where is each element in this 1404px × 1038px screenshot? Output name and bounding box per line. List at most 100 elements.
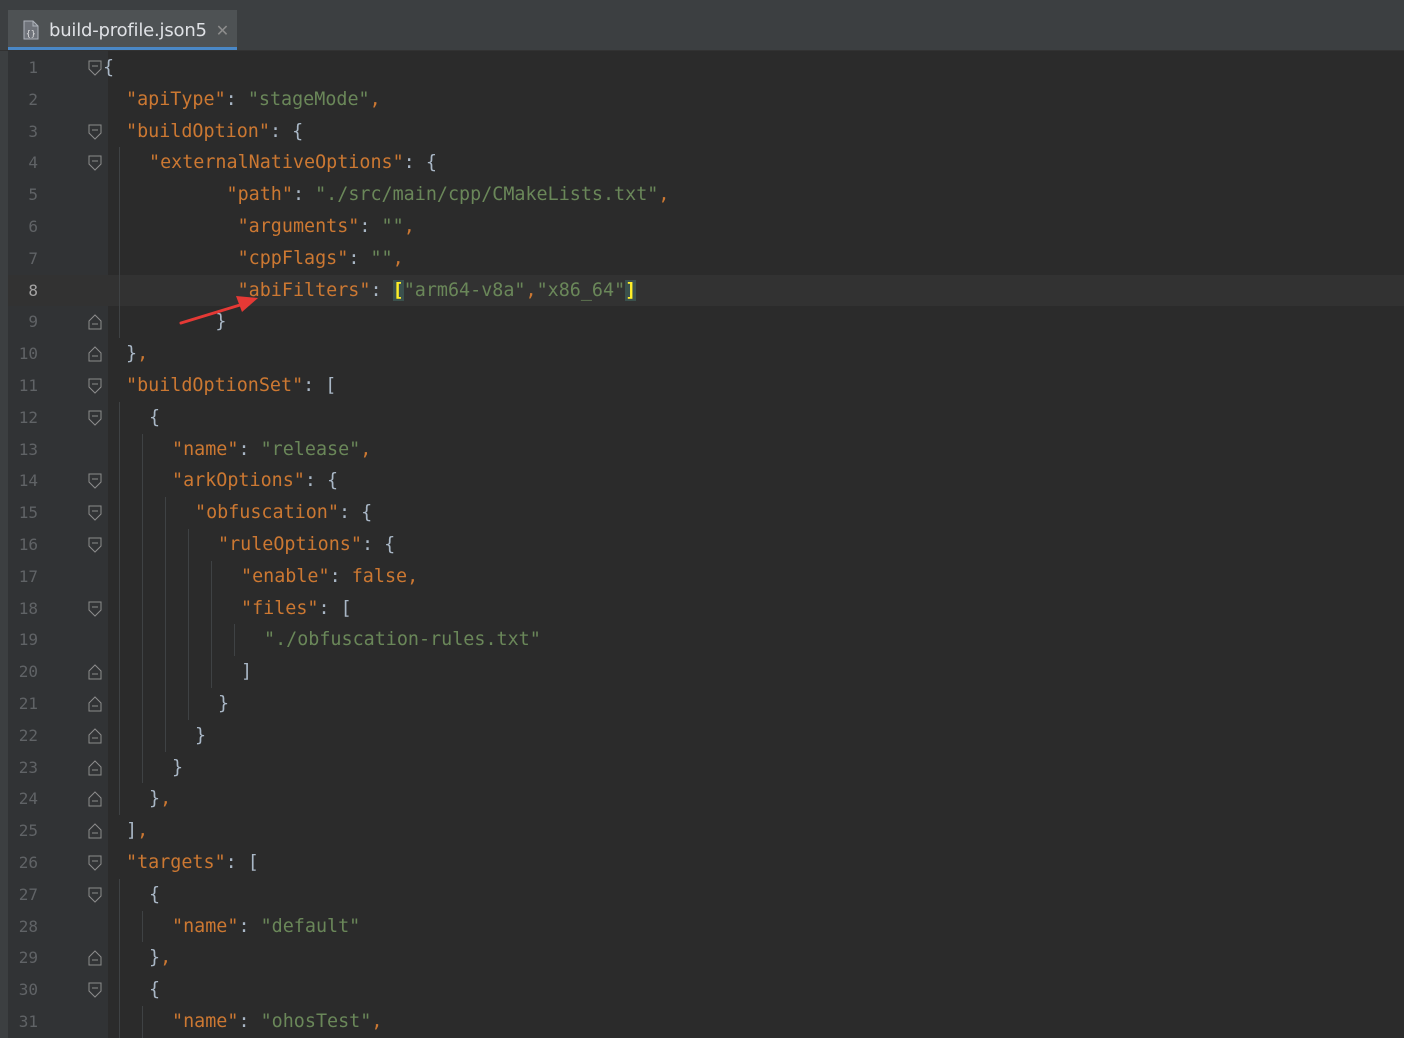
fold-open-icon[interactable]: [88, 537, 102, 553]
code-line[interactable]: 27 {: [8, 878, 1404, 911]
code-line[interactable]: 26 "targets": [: [8, 847, 1404, 879]
fold-open-icon[interactable]: [88, 601, 102, 617]
fold-open-icon[interactable]: [88, 410, 102, 426]
code-line[interactable]: 3 "buildOption": {: [8, 116, 1404, 148]
code-text: },: [126, 338, 148, 370]
fold-close-icon[interactable]: [88, 791, 102, 807]
indent-guide: [188, 592, 189, 625]
indent-guide: [211, 560, 212, 593]
line-number: 16: [18, 535, 38, 554]
fold-close-icon[interactable]: [88, 696, 102, 712]
fold-close-icon[interactable]: [88, 759, 102, 776]
indent-guide: [142, 465, 143, 498]
fold-close-icon[interactable]: [88, 346, 102, 362]
indent-guide: [142, 529, 143, 561]
code-line[interactable]: 25],: [8, 815, 1404, 847]
line-number: 15: [18, 503, 38, 523]
indent-guide: [119, 306, 120, 339]
code-token: : [: [225, 852, 259, 873]
code-text: "./obfuscation-rules.txt": [264, 624, 541, 656]
fold-close-icon[interactable]: [88, 664, 102, 680]
code-token: "buildOption": [126, 120, 270, 142]
code-token: "ohosTest": [260, 1011, 372, 1032]
code-line[interactable]: 8 "abiFilters": ["arm64-v8a","x86_64"]: [8, 274, 1404, 307]
indent-guide: [119, 719, 120, 752]
code-token: : {: [338, 502, 373, 524]
tab-build-profile[interactable]: {} build-profile.json5 ✕: [8, 10, 237, 50]
code-line[interactable]: 22}: [8, 719, 1404, 752]
fold-close-icon[interactable]: [88, 950, 102, 966]
indent-guide: [188, 624, 189, 657]
fold-open-icon[interactable]: [88, 473, 102, 490]
code-line[interactable]: 28 "name": "default": [8, 910, 1404, 943]
code-line[interactable]: 19 "./obfuscation-rules.txt": [8, 624, 1404, 657]
code-text: "buildOptionSet": [: [126, 370, 336, 402]
code-line[interactable]: 24},: [8, 783, 1404, 816]
fold-open-icon[interactable]: [88, 60, 102, 76]
line-number: 10: [18, 344, 38, 364]
indent-guide: [119, 211, 120, 243]
close-icon[interactable]: ✕: [216, 21, 229, 40]
code-line[interactable]: 14 "arkOptions": {: [8, 465, 1404, 498]
code-line[interactable]: 5 "path": "./src/main/cpp/CMakeLists.txt…: [8, 179, 1404, 211]
code-line[interactable]: 23}: [8, 751, 1404, 784]
code-line[interactable]: 17 "enable": false,: [8, 560, 1404, 593]
code-line[interactable]: 15 "obfuscation": {: [8, 497, 1404, 529]
code-line[interactable]: 12 {: [8, 401, 1404, 434]
line-number: 25: [18, 821, 38, 841]
indent-guide: [119, 560, 120, 593]
code-line[interactable]: 18 "files": [: [8, 592, 1404, 625]
fold-close-icon[interactable]: [88, 823, 102, 839]
line-number: 14: [18, 471, 38, 491]
code-line[interactable]: 6 "arguments": "",: [8, 211, 1404, 243]
code-token: }: [218, 693, 230, 714]
code-token: "ruleOptions": [218, 534, 362, 555]
code-line[interactable]: 2 "apiType": "stageMode",: [8, 84, 1404, 116]
code-text: "name": "release",: [172, 434, 371, 466]
code-line[interactable]: 11 "buildOptionSet": [: [8, 370, 1404, 402]
fold-open-icon[interactable]: [88, 887, 102, 903]
code-line[interactable]: 7 "cppFlags": "",: [8, 242, 1404, 275]
code-token: : {: [304, 470, 339, 492]
indent-guide: [142, 1006, 143, 1038]
indent-guide: [119, 688, 120, 720]
code-text: "cppFlags": "",: [149, 243, 404, 275]
fold-open-icon[interactable]: [88, 505, 102, 521]
code-token: "./src/main/cpp/CMakeLists.txt": [315, 184, 659, 206]
code-token: {: [149, 979, 161, 1001]
indent-guide: [119, 179, 120, 211]
code-text: "files": [: [241, 593, 352, 625]
code-line[interactable]: 9 }: [8, 306, 1404, 339]
code-text: "ruleOptions": {: [218, 529, 395, 561]
code-line[interactable]: 29},: [8, 942, 1404, 975]
code-line[interactable]: 10},: [8, 338, 1404, 370]
code-line[interactable]: 13 "name": "release",: [8, 433, 1404, 466]
code-text: "externalNativeOptions": {: [149, 147, 437, 179]
code-text: "arguments": "",: [149, 211, 415, 243]
fold-open-icon[interactable]: [88, 155, 102, 172]
code-line[interactable]: 16 "ruleOptions": {: [8, 529, 1404, 561]
code-line[interactable]: 4 "externalNativeOptions": {: [8, 147, 1404, 180]
fold-open-icon[interactable]: [88, 124, 102, 140]
indent-guide: [188, 656, 189, 688]
indent-guide: [234, 624, 235, 657]
fold-open-icon[interactable]: [88, 378, 102, 394]
code-line[interactable]: 21}: [8, 688, 1404, 720]
code-text: {: [149, 879, 160, 911]
code-token: "arkOptions": [172, 470, 305, 492]
code-text: {: [149, 974, 160, 1006]
code-line[interactable]: 1{: [8, 52, 1404, 84]
indent-guide: [119, 274, 120, 307]
fold-open-icon[interactable]: [88, 855, 102, 871]
code-token: ,: [137, 820, 149, 842]
fold-close-icon[interactable]: [88, 314, 102, 330]
code-line[interactable]: 31 "name": "ohosTest",: [8, 1006, 1404, 1038]
code-token: : {: [269, 120, 304, 142]
code-line[interactable]: 30 {: [8, 974, 1404, 1006]
code-token: }: [172, 756, 184, 778]
fold-open-icon[interactable]: [88, 982, 102, 998]
indent-guide: [119, 401, 120, 434]
fold-close-icon[interactable]: [88, 728, 102, 744]
code-line[interactable]: 20]: [8, 656, 1404, 688]
